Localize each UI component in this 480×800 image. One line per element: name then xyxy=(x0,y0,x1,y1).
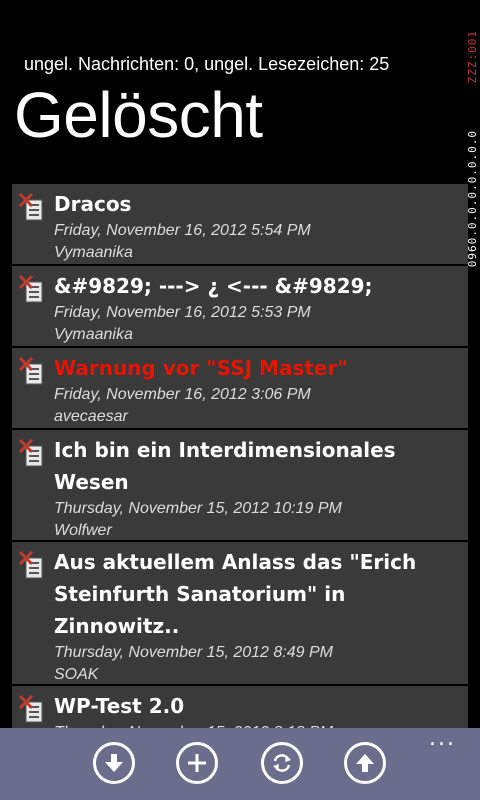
list-item[interactable]: Ich bin ein Interdimensionales Wesen Thu… xyxy=(12,430,468,542)
post-title: WP-Test 2.0 xyxy=(54,694,185,718)
add-icon xyxy=(188,754,206,772)
post-author: Wolfwer xyxy=(54,522,112,539)
post-title: &#9829; ---> ¿ <--- &#9829; xyxy=(54,274,373,298)
page-title: Gelöscht xyxy=(14,79,263,151)
deleted-post-icon xyxy=(18,550,43,579)
post-title: Warnung vor "SSJ Master" xyxy=(54,356,348,380)
more-options-button[interactable]: ... xyxy=(429,728,456,750)
list-item[interactable]: &#9829; ---> ¿ <--- &#9829; Friday, Nove… xyxy=(12,266,468,348)
post-title: Dracos xyxy=(54,192,132,216)
deleted-post-icon xyxy=(18,274,43,303)
post-date: Friday, November 16, 2012 5:53 PM xyxy=(54,304,311,321)
post-title-line: Ich bin ein Interdimensionales xyxy=(54,438,396,462)
post-list: Dracos Friday, November 16, 2012 5:54 PM… xyxy=(12,184,468,756)
download-button[interactable] xyxy=(93,742,135,784)
upload-icon xyxy=(356,754,374,772)
post-author: Vymaanika xyxy=(54,326,133,343)
post-date: Thursday, November 15, 2012 8:49 PM xyxy=(54,644,333,661)
debug-counter-red: ZZZ:001 xyxy=(466,30,479,84)
deleted-post-icon xyxy=(18,438,43,467)
refresh-icon xyxy=(273,754,291,772)
upload-button[interactable] xyxy=(344,742,386,784)
post-date: Friday, November 16, 2012 5:54 PM xyxy=(54,222,311,239)
list-item[interactable]: Aus aktuellem Anlass das "Erich Steinfur… xyxy=(12,542,468,686)
list-item[interactable]: Warnung vor "SSJ Master" Friday, Novembe… xyxy=(12,348,468,430)
list-item[interactable]: Dracos Friday, November 16, 2012 5:54 PM… xyxy=(12,184,468,266)
deleted-post-icon xyxy=(18,694,43,723)
post-title-line: Wesen xyxy=(54,470,129,494)
post-title-line: Zinnowitz.. xyxy=(54,614,180,638)
add-button[interactable] xyxy=(176,742,218,784)
deleted-post-icon xyxy=(18,192,43,221)
application-bar: ... xyxy=(0,728,480,800)
post-author: avecaesar xyxy=(54,408,128,425)
post-title-line: Aus aktuellem Anlass das "Erich xyxy=(54,550,417,574)
post-title-line: Steinfurth Sanatorium" in xyxy=(54,582,346,606)
post-author: SOAK xyxy=(54,666,99,683)
post-date: Thursday, November 15, 2012 10:19 PM xyxy=(54,500,342,517)
download-icon xyxy=(105,754,123,772)
refresh-button[interactable] xyxy=(261,742,303,784)
post-author: Vymaanika xyxy=(54,244,133,261)
deleted-post-icon xyxy=(18,356,43,385)
status-line: ungel. Nachrichten: 0, ungel. Lesezeiche… xyxy=(24,54,390,74)
post-date: Friday, November 16, 2012 3:06 PM xyxy=(54,386,311,403)
